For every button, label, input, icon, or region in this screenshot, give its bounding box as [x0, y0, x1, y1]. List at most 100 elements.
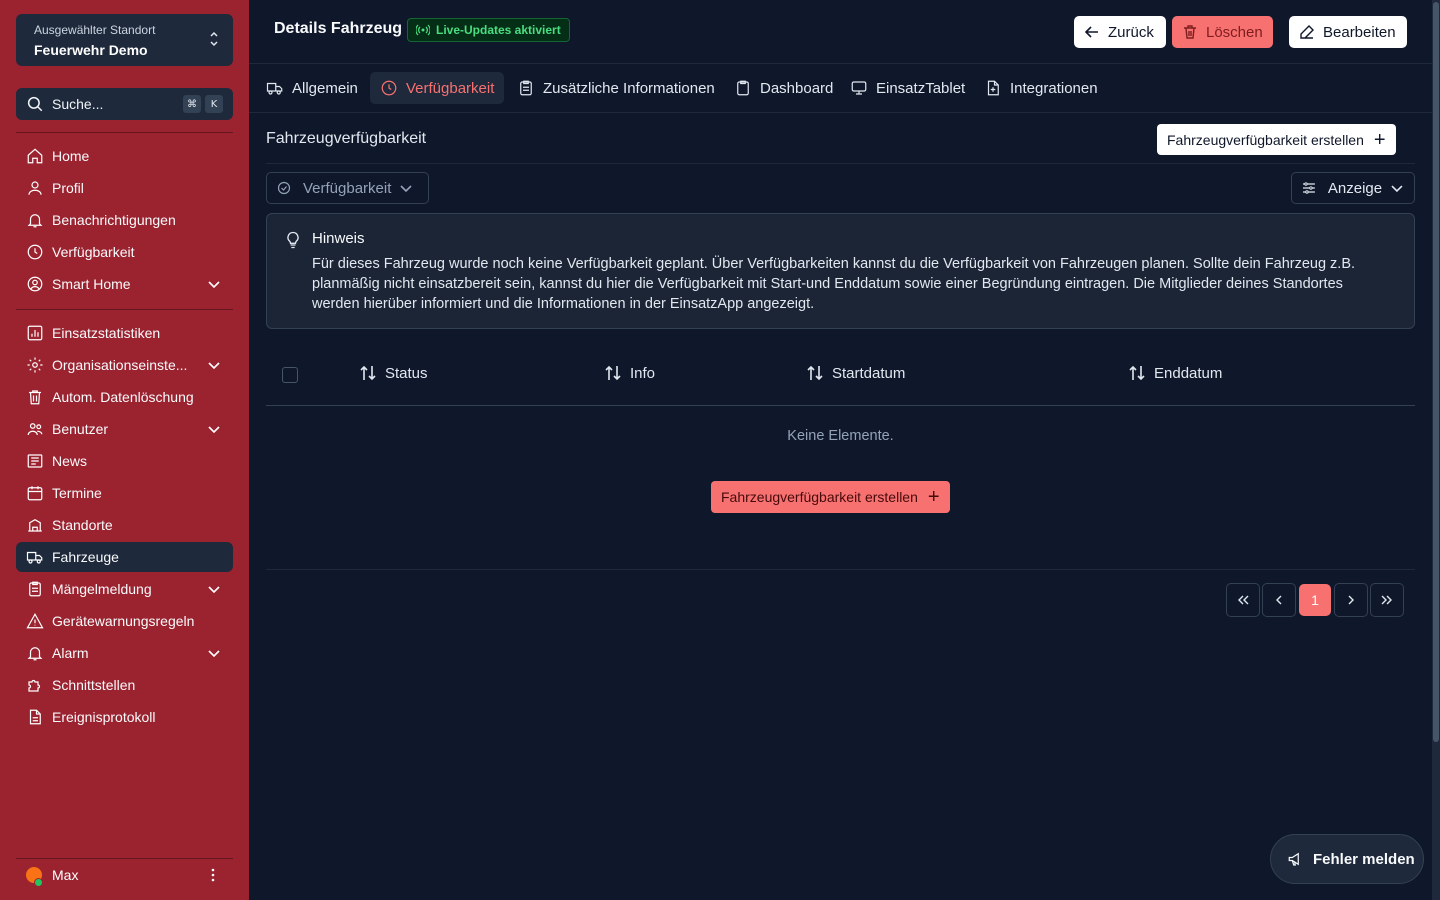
- tab-label: Verfügbarkeit: [406, 79, 495, 97]
- bell-icon: [27, 647, 43, 661]
- truck-icon: [266, 82, 283, 95]
- tab-label: EinsatzTablet: [876, 79, 966, 97]
- scrollbar-thumb[interactable]: [1433, 2, 1439, 742]
- sliders-icon: [1302, 182, 1315, 194]
- column-label: Info: [630, 364, 656, 382]
- sidebar-item-label: Fahrzeuge: [52, 549, 119, 565]
- column-header-startdatum[interactable]: Startdatum: [806, 364, 905, 382]
- live-badge-label: Live-Updates aktiviert: [436, 23, 561, 37]
- live-updates-badge: Live-Updates aktiviert: [407, 18, 570, 42]
- building-icon: [28, 519, 42, 532]
- chevron-right-icon: [1348, 595, 1354, 605]
- chevron-down-icon[interactable]: [207, 277, 221, 291]
- back-button[interactable]: Zurück: [1074, 16, 1166, 48]
- create-availability-button[interactable]: Fahrzeugverfügbarkeit erstellen +: [1157, 124, 1396, 155]
- monitor-icon: [851, 81, 867, 95]
- more-vertical-icon[interactable]: [205, 867, 221, 883]
- report-bug-button[interactable]: Fehler melden: [1270, 834, 1424, 884]
- avatar: [26, 867, 43, 887]
- filter-label: Verfügbarkeit: [303, 179, 392, 197]
- location-value: Feuerwehr Demo: [34, 42, 148, 58]
- search-placeholder: Suche...: [52, 96, 104, 112]
- sidebar-item-home[interactable]: Home: [16, 141, 233, 171]
- chevrons-left-icon: [1238, 595, 1249, 605]
- sidebar-item-label: Benutzer: [52, 421, 109, 437]
- sidebar-item-standorte[interactable]: Standorte: [16, 510, 233, 540]
- sidebar-item-label: Organisationseinste...: [52, 357, 188, 373]
- sidebar-item-verfuegbarkeit[interactable]: Verfügbarkeit: [16, 237, 233, 267]
- location-selector[interactable]: Ausgewählter Standort Feuerwehr Demo: [16, 14, 233, 66]
- chevron-down-icon[interactable]: [207, 358, 221, 372]
- column-header-enddatum[interactable]: Enddatum: [1128, 364, 1222, 382]
- sidebar-item-termine[interactable]: Termine: [16, 478, 233, 508]
- calendar-icon: [27, 486, 43, 501]
- gear-icon: [27, 357, 43, 373]
- tab-integrationen[interactable]: Integrationen: [984, 72, 1108, 104]
- sidebar-item-organisationseinstellungen[interactable]: Organisationseinste...: [16, 350, 233, 380]
- sidebar-item-benachrichtigungen[interactable]: Benachrichtigungen: [16, 205, 233, 235]
- user-menu[interactable]: Max: [16, 860, 233, 890]
- tab-dashboard[interactable]: Dashboard: [734, 72, 843, 104]
- tab-einsatztablet[interactable]: EinsatzTablet: [850, 72, 975, 104]
- sidebar-item-ereignisprotokoll[interactable]: Ereignisprotokoll: [16, 702, 233, 732]
- arrow-left-icon: [1084, 26, 1098, 38]
- truck-icon: [26, 551, 43, 564]
- chevron-down-icon[interactable]: [207, 646, 221, 660]
- table-footer-divider: [266, 569, 1415, 570]
- sidebar-item-datenloeschung[interactable]: Autom. Datenlöschung: [16, 382, 233, 412]
- pager-next-button[interactable]: [1334, 583, 1368, 617]
- section-title: Fahrzeugverfügbarkeit: [266, 130, 427, 147]
- sidebar-item-label: Ereignisprotokoll: [52, 709, 156, 725]
- header: Details Fahrzeug Live-Updates aktiviert …: [249, 0, 1432, 64]
- search-icon: [27, 96, 43, 112]
- file-icon: [29, 709, 41, 725]
- chevrons-right-icon: [1381, 595, 1392, 605]
- chevron-down-icon[interactable]: [207, 582, 221, 596]
- column-label: Status: [385, 364, 428, 382]
- pager-prev-button[interactable]: [1262, 583, 1296, 617]
- sidebar-item-profil[interactable]: Profil: [16, 173, 233, 203]
- view-options-button[interactable]: Anzeige: [1291, 172, 1415, 204]
- clock-icon: [381, 80, 397, 96]
- pager-last-button[interactable]: [1370, 583, 1404, 617]
- select-all-checkbox[interactable]: [282, 367, 298, 383]
- sidebar-item-label: Schnittstellen: [52, 677, 136, 693]
- delete-button[interactable]: Löschen: [1172, 16, 1273, 48]
- edit-button[interactable]: Bearbeiten: [1289, 16, 1407, 48]
- sidebar-item-label: Autom. Datenlöschung: [52, 389, 194, 405]
- tab-zusaetzliche-informationen[interactable]: Zusätzliche Informationen: [517, 72, 725, 104]
- file-plus-icon: [987, 80, 999, 96]
- pager-page-button[interactable]: 1: [1299, 584, 1331, 616]
- sidebar-item-maengelmeldung[interactable]: Mängelmeldung: [16, 574, 233, 604]
- column-header-info[interactable]: Info: [604, 364, 655, 382]
- sidebar-item-schnittstellen[interactable]: Schnittstellen: [16, 670, 233, 700]
- sidebar-item-label: Smart Home: [52, 276, 131, 292]
- user-name: Max: [52, 867, 79, 883]
- sidebar-item-label: Gerätewarnungsregeln: [52, 613, 195, 629]
- chevron-down-icon: [1391, 185, 1403, 193]
- report-label: Fehler melden: [1313, 850, 1415, 868]
- scrollbar[interactable]: [1432, 0, 1440, 900]
- sidebar-item-news[interactable]: News: [16, 446, 233, 476]
- tab-allgemein[interactable]: Allgemein: [266, 72, 368, 104]
- edit-label: Bearbeiten: [1323, 23, 1396, 41]
- sidebar-item-benutzer[interactable]: Benutzer: [16, 414, 233, 444]
- chevron-down-icon[interactable]: [207, 422, 221, 436]
- sidebar-item-geraetewarnungsregeln[interactable]: Gerätewarnungsregeln: [16, 606, 233, 636]
- sidebar-item-label: Alarm: [52, 645, 89, 661]
- sidebar-item-einsatzstatistiken[interactable]: Einsatzstatistiken: [16, 318, 233, 348]
- column-header-status[interactable]: Status: [359, 364, 428, 382]
- sidebar-item-smart-home[interactable]: Smart Home: [16, 269, 233, 299]
- view-label: Anzeige: [1327, 179, 1383, 197]
- sidebar-item-alarm[interactable]: Alarm: [16, 638, 233, 668]
- pager-first-button[interactable]: [1226, 583, 1260, 617]
- lightbulb-icon: [287, 231, 299, 249]
- search-input[interactable]: Suche... ⌘ K: [16, 88, 233, 120]
- create-availability-button-empty[interactable]: Fahrzeugverfügbarkeit erstellen +: [711, 481, 950, 513]
- broadcast-icon: [416, 24, 430, 36]
- tab-verfuegbarkeit[interactable]: Verfügbarkeit: [370, 72, 505, 104]
- main-content: Details Fahrzeug Live-Updates aktiviert …: [249, 0, 1432, 900]
- user-circle-icon: [27, 276, 43, 292]
- availability-filter[interactable]: Verfügbarkeit: [266, 172, 429, 204]
- sidebar-item-fahrzeuge[interactable]: Fahrzeuge: [16, 542, 233, 572]
